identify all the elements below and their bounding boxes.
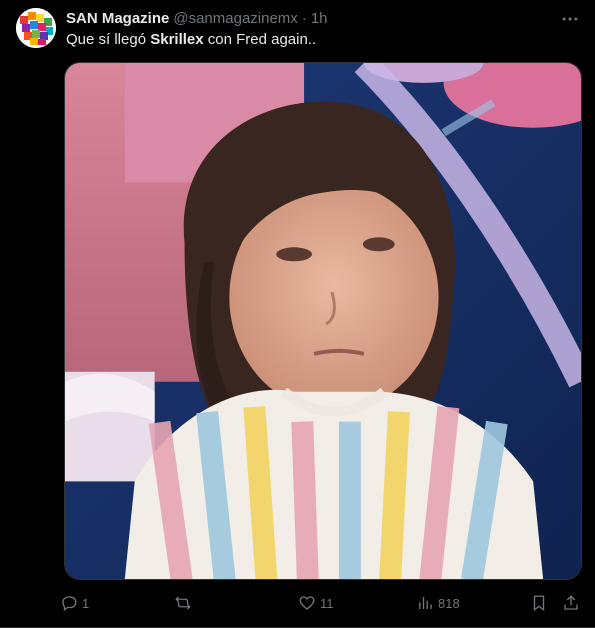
like-count: 11	[320, 595, 334, 611]
bookmark-button[interactable]	[530, 590, 548, 616]
author-name[interactable]: SAN Magazine	[66, 10, 169, 27]
repost-icon	[175, 596, 191, 610]
tweet-actions: 1 11 818	[60, 590, 583, 616]
bookmark-icon	[533, 595, 545, 612]
tweet-text-bold: Skrillex	[150, 31, 204, 48]
share-button[interactable]	[562, 590, 580, 616]
timestamp[interactable]: 1h	[311, 10, 328, 27]
tweet-text-before: Que sí llegó	[66, 31, 151, 48]
tweet[interactable]: SAN Magazine @sanmagazinemx · 1h Que sí …	[0, 0, 595, 628]
photo-girl-party	[65, 63, 581, 579]
more-options-button[interactable]	[559, 8, 581, 30]
author-handle[interactable]: @sanmagazinemx	[173, 10, 297, 27]
share-icon	[564, 595, 578, 610]
views-chart-icon	[419, 597, 432, 609]
repost-button[interactable]	[174, 590, 196, 616]
tweet-text-after: con Fred again..	[203, 31, 317, 48]
views-button[interactable]: 818	[416, 590, 460, 616]
avatar[interactable]	[16, 8, 56, 48]
avatar-logo-icon	[16, 8, 56, 48]
more-horizontal-icon	[562, 17, 578, 21]
heart-icon	[299, 596, 315, 610]
reply-count: 1	[82, 595, 90, 611]
reply-button[interactable]: 1	[60, 590, 89, 616]
tweet-text: Que sí llegó Skrillex con Fred again..	[66, 30, 316, 50]
tweet-media-image[interactable]	[64, 62, 582, 580]
like-button[interactable]: 11	[298, 590, 334, 616]
tweet-header: SAN Magazine @sanmagazinemx · 1h	[66, 8, 555, 28]
views-count: 818	[438, 595, 460, 611]
separator-dot: ·	[301, 9, 307, 27]
reply-icon	[62, 596, 77, 612]
